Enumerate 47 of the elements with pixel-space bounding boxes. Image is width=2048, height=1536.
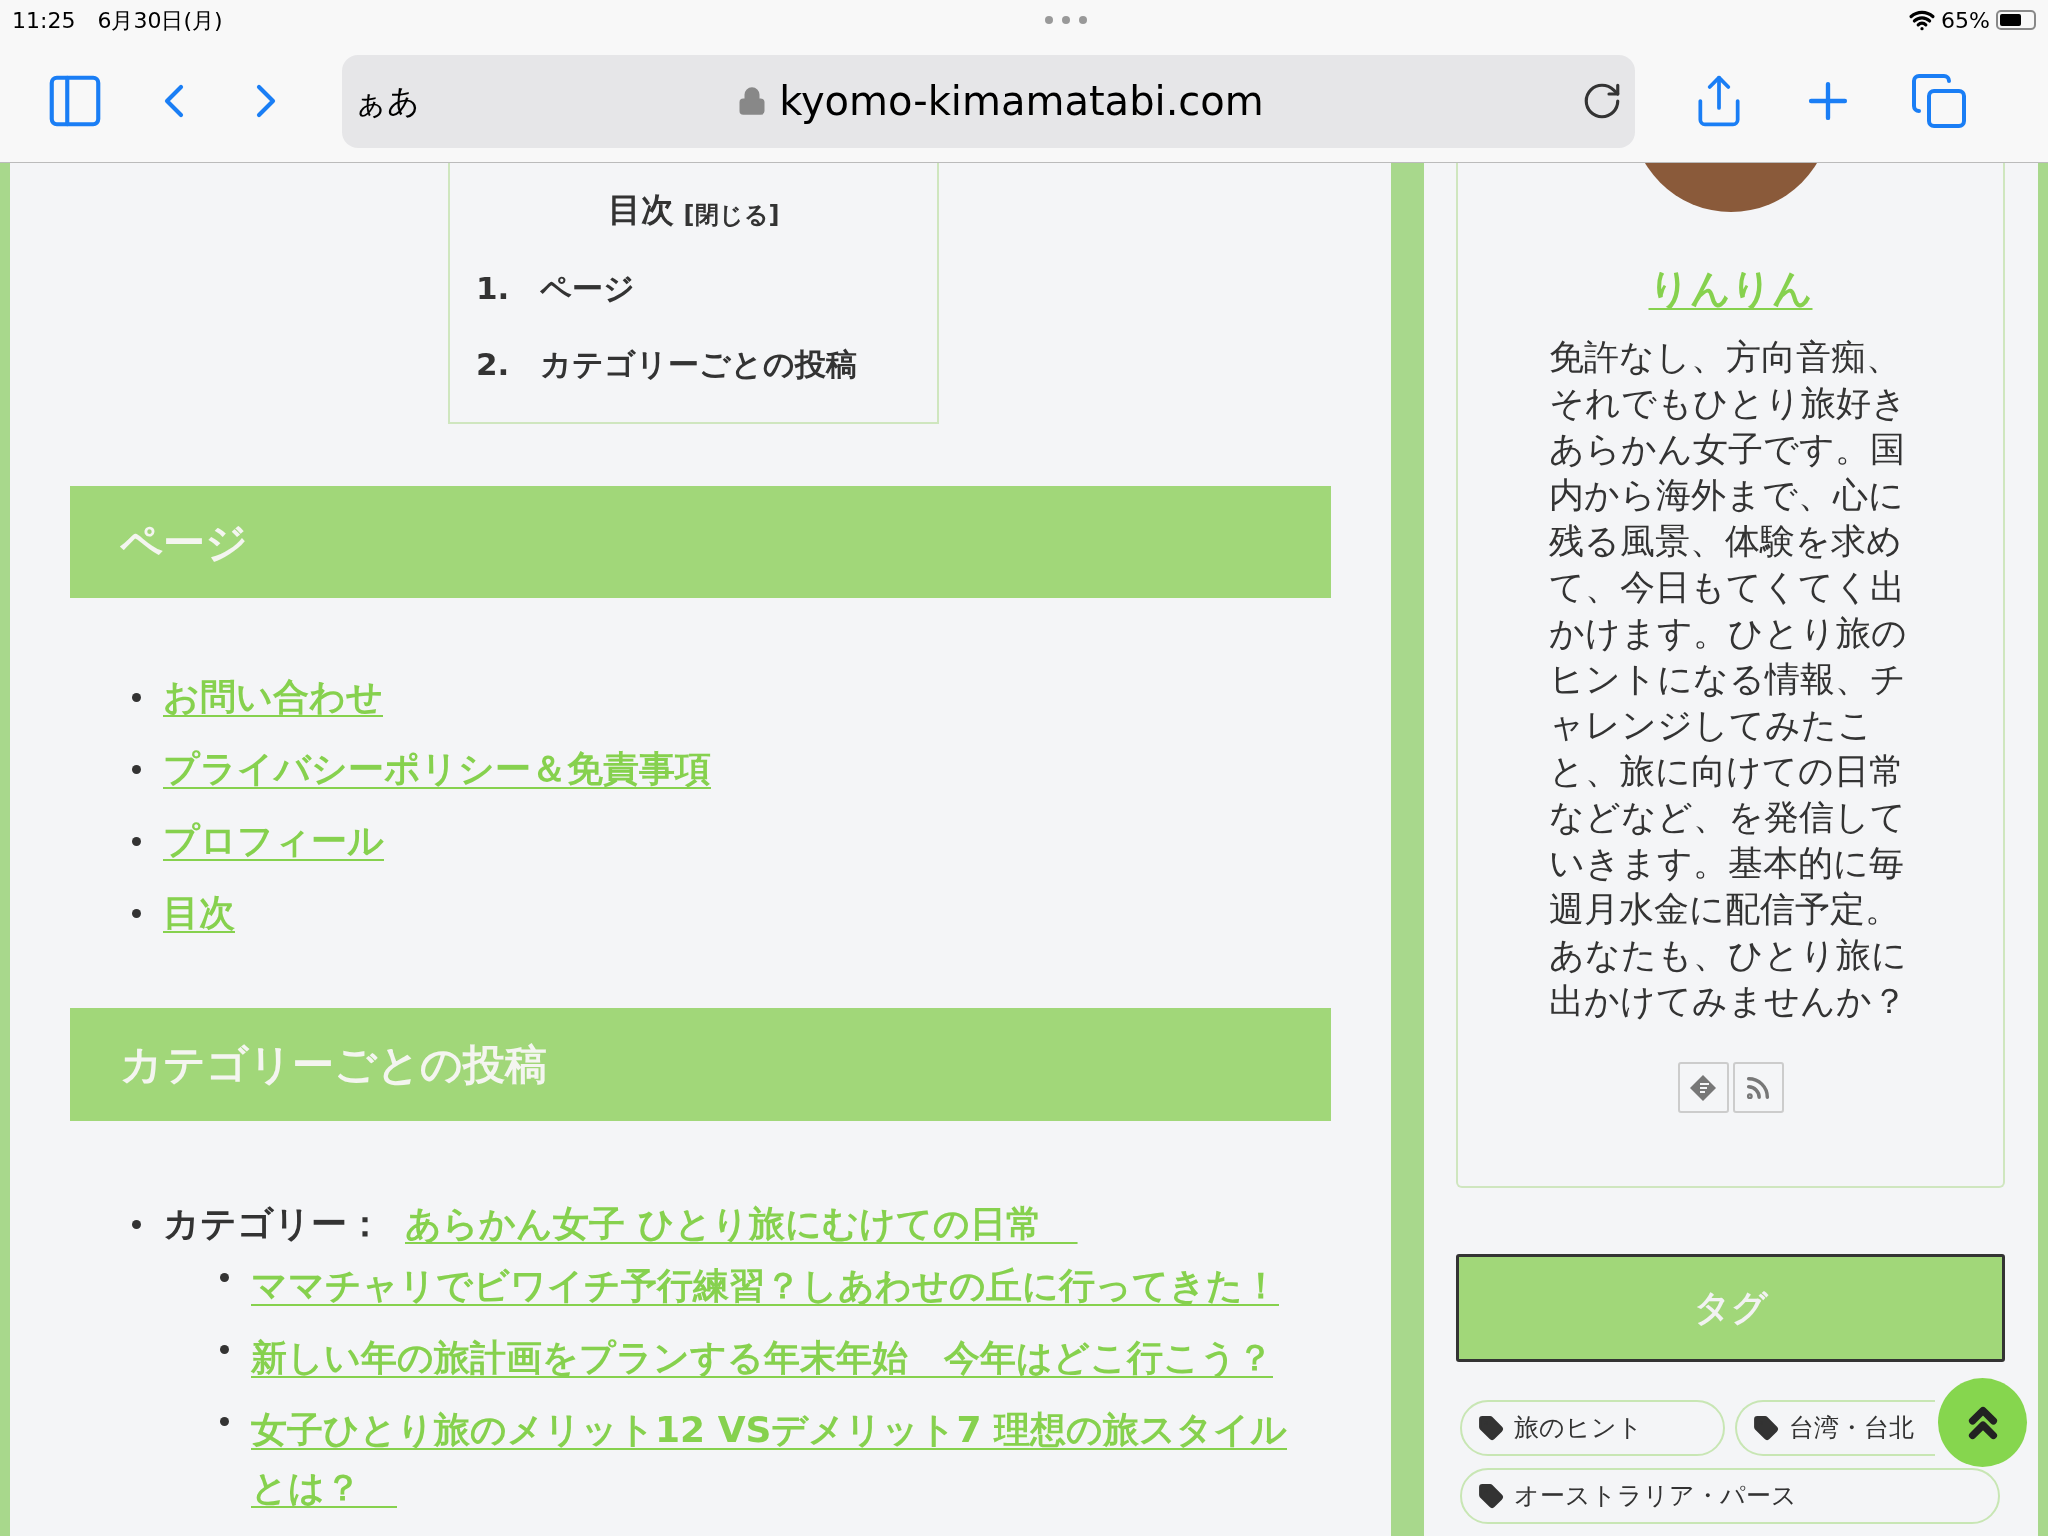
toc-toggle-link[interactable]: [閉じる] — [683, 196, 780, 233]
bullet-icon — [220, 1345, 229, 1354]
page-link[interactable]: プライバシーポリシー＆免責事項 — [163, 742, 711, 796]
text-size-button[interactable]: ぁあ — [354, 77, 420, 125]
status-date: 6月30日(月) — [97, 6, 223, 35]
address-bar[interactable]: ぁあ kyomo-kimamatabi.com — [342, 54, 1635, 148]
tags-heading: タグ — [1456, 1254, 2005, 1362]
section-heading: カテゴリーごとの投稿 — [70, 1008, 1331, 1121]
status-time: 11:25 — [12, 6, 76, 35]
section-heading: ページ — [70, 486, 1331, 598]
toc-number: 1. — [476, 268, 511, 308]
url-text: kyomo-kimamatabi.com — [779, 77, 1264, 126]
post-link[interactable]: ママチャリでビワイチ予行練習？しあわせの丘に行ってきた！ — [251, 1257, 1311, 1315]
profile-bio: 免許なし、方向音痴、それでもひとり旅好きあらかん女子です。国内から海外まで、心に残る風景、体験を求めて、今日もてくてく出かけます。ひとり旅のヒントになる情報、チャレンジしてみたこと、旅に向けての日常などなど、を発信していきます。基本的に毎週月水金に配信予定。あなたも、ひとり旅に出かけてみませんか？ — [1548, 336, 1908, 1023]
bullet-icon — [132, 764, 141, 774]
lock-icon — [737, 86, 768, 116]
feed-icon — [1688, 1072, 1718, 1103]
tag-chip[interactable]: 旅のヒント — [1460, 1400, 1725, 1456]
tabs-icon[interactable] — [1909, 71, 1969, 131]
toc-link[interactable]: ページ — [540, 264, 635, 311]
tag-icon — [1753, 1415, 1779, 1441]
battery-icon — [1996, 10, 2036, 30]
tag-icon — [1478, 1415, 1504, 1441]
battery-percent: 65% — [1941, 6, 1990, 35]
post-link[interactable]: 女子ひとり旅のメリット12 VSデメリット7 理想の旅スタイルとは？ — [251, 1401, 1311, 1517]
tag-chip[interactable]: 台湾・台北 — [1735, 1400, 1935, 1456]
post-link[interactable]: 新しい年の旅計画をプランする年末年始 今年はどこ行こう？ — [251, 1329, 1311, 1387]
tag-chip[interactable]: オーストラリア・パース — [1460, 1468, 2000, 1524]
category-link[interactable]: あらかん女子 ひとり旅にむけての日常 — [405, 1197, 1078, 1251]
toc-link[interactable]: カテゴリーごとの投稿 — [540, 341, 857, 388]
rss-button[interactable] — [1732, 1062, 1784, 1113]
tag-icon — [1478, 1483, 1504, 1509]
bullet-icon — [220, 1273, 229, 1282]
feedly-button[interactable] — [1677, 1062, 1729, 1113]
bullet-icon — [132, 1219, 141, 1229]
bullet-icon — [220, 1417, 229, 1426]
page-link[interactable]: 目次 — [163, 886, 235, 940]
toc-number: 2. — [476, 345, 511, 384]
page-link[interactable]: お問い合わせ — [163, 670, 383, 724]
more-dots-icon — [1043, 15, 1088, 25]
profile-name[interactable]: りんりん — [1648, 258, 1813, 318]
page-link[interactable]: プロフィール — [163, 814, 384, 868]
bullet-icon — [132, 908, 141, 918]
toc-title: 目次 — [607, 189, 674, 231]
bullet-icon — [132, 692, 141, 702]
bullet-icon — [132, 836, 141, 846]
category-label: カテゴリー： — [163, 1202, 383, 1246]
